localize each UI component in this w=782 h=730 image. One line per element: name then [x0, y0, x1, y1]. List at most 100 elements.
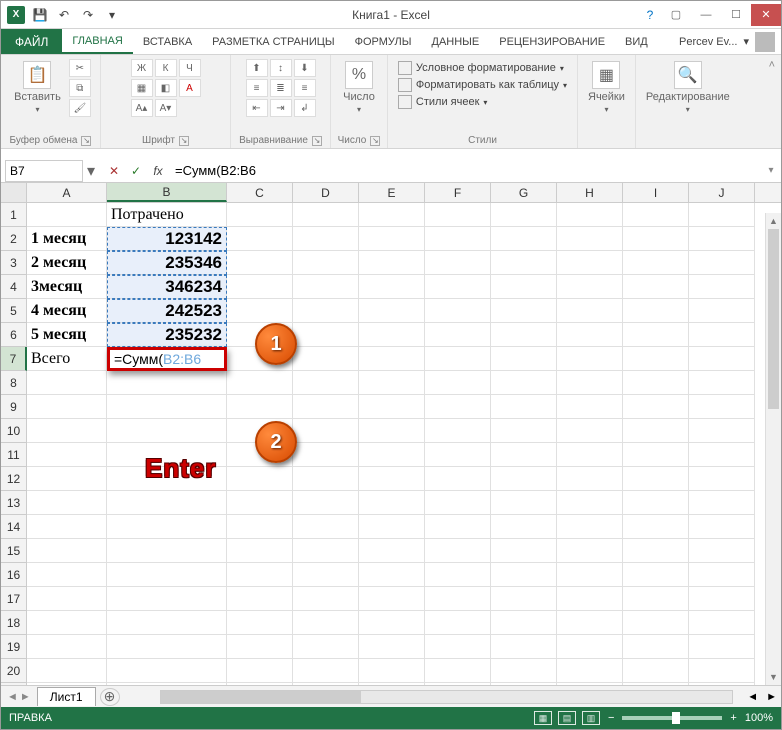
cell-J5[interactable] — [689, 299, 755, 323]
cell-E1[interactable] — [359, 203, 425, 227]
cell-A5[interactable]: 4 месяц — [27, 299, 107, 323]
cell-A8[interactable] — [27, 371, 107, 395]
cell-I12[interactable] — [623, 467, 689, 491]
cell-D19[interactable] — [293, 635, 359, 659]
cell-C9[interactable] — [227, 395, 293, 419]
decrease-indent-button[interactable]: ⇤ — [246, 99, 268, 117]
row-header-3[interactable]: 3 — [1, 251, 27, 275]
zoom-out-button[interactable]: − — [608, 712, 614, 724]
cell-A4[interactable]: 3месяц — [27, 275, 107, 299]
vscroll-thumb[interactable] — [768, 229, 779, 409]
cell-D15[interactable] — [293, 539, 359, 563]
cell-J15[interactable] — [689, 539, 755, 563]
cell-J13[interactable] — [689, 491, 755, 515]
cell-H2[interactable] — [557, 227, 623, 251]
tab-home[interactable]: ГЛАВНАЯ — [62, 29, 132, 54]
sheet-nav-prev[interactable]: ◄ — [7, 691, 18, 703]
cell-J7[interactable] — [689, 347, 755, 371]
zoom-slider[interactable] — [622, 716, 722, 720]
cell-F11[interactable] — [425, 443, 491, 467]
cell-H12[interactable] — [557, 467, 623, 491]
cell-F12[interactable] — [425, 467, 491, 491]
clipboard-launcher[interactable]: ↘ — [81, 136, 91, 146]
cell-C14[interactable] — [227, 515, 293, 539]
tab-page-layout[interactable]: РАЗМЕТКА СТРАНИЦЫ — [202, 29, 344, 54]
cell-G15[interactable] — [491, 539, 557, 563]
cell-D9[interactable] — [293, 395, 359, 419]
select-all-button[interactable] — [1, 183, 27, 202]
cell-A11[interactable] — [27, 443, 107, 467]
sheet-nav-next[interactable]: ► — [20, 691, 31, 703]
cell-J18[interactable] — [689, 611, 755, 635]
cell-I8[interactable] — [623, 371, 689, 395]
cell-A3[interactable]: 2 месяц — [27, 251, 107, 275]
user-name[interactable]: Percev Ev... — [679, 36, 737, 48]
cell-I11[interactable] — [623, 443, 689, 467]
cell-C18[interactable] — [227, 611, 293, 635]
cell-F8[interactable] — [425, 371, 491, 395]
cell-C16[interactable] — [227, 563, 293, 587]
cell-I13[interactable] — [623, 491, 689, 515]
cell-H14[interactable] — [557, 515, 623, 539]
cell-F3[interactable] — [425, 251, 491, 275]
cell-A6[interactable]: 5 месяц — [27, 323, 107, 347]
user-avatar[interactable] — [755, 32, 775, 52]
cell-F17[interactable] — [425, 587, 491, 611]
cell-D7[interactable] — [293, 347, 359, 371]
cell-C20[interactable] — [227, 659, 293, 683]
paste-button[interactable]: 📋 Вставить ▾ — [10, 59, 65, 116]
cell-A16[interactable] — [27, 563, 107, 587]
cell-J16[interactable] — [689, 563, 755, 587]
cell-D12[interactable] — [293, 467, 359, 491]
cell-I20[interactable] — [623, 659, 689, 683]
align-right-button[interactable]: ≡ — [294, 79, 316, 97]
vertical-scrollbar[interactable]: ▲ ▼ — [765, 213, 781, 685]
editing-dropdown-icon[interactable]: ▾ — [686, 105, 690, 114]
fill-color-button[interactable]: ◧ — [155, 79, 177, 97]
excel-icon[interactable]: X — [5, 4, 27, 26]
row-header-7[interactable]: 7 — [1, 347, 27, 371]
cell-H4[interactable] — [557, 275, 623, 299]
enter-formula-button[interactable]: ✓ — [125, 161, 147, 181]
cell-B8[interactable] — [107, 371, 227, 395]
cell-C15[interactable] — [227, 539, 293, 563]
cells-area[interactable]: Потрачено1 месяц1231422 месяц2353463меся… — [27, 203, 781, 707]
cut-button[interactable]: ✂ — [69, 59, 91, 77]
cell-F4[interactable] — [425, 275, 491, 299]
cell-J14[interactable] — [689, 515, 755, 539]
name-box-dropdown[interactable]: ▾ — [83, 161, 99, 181]
cell-I17[interactable] — [623, 587, 689, 611]
cell-I5[interactable] — [623, 299, 689, 323]
cell-C5[interactable] — [227, 299, 293, 323]
cell-E17[interactable] — [359, 587, 425, 611]
horizontal-scrollbar[interactable] — [160, 690, 734, 704]
cell-H18[interactable] — [557, 611, 623, 635]
cell-G8[interactable] — [491, 371, 557, 395]
underline-button[interactable]: Ч — [179, 59, 201, 77]
tab-insert[interactable]: ВСТАВКА — [133, 29, 202, 54]
cell-I19[interactable] — [623, 635, 689, 659]
cell-G10[interactable] — [491, 419, 557, 443]
cell-I16[interactable] — [623, 563, 689, 587]
cell-A13[interactable] — [27, 491, 107, 515]
cell-J8[interactable] — [689, 371, 755, 395]
cell-J19[interactable] — [689, 635, 755, 659]
cell-C12[interactable] — [227, 467, 293, 491]
cell-E14[interactable] — [359, 515, 425, 539]
border-button[interactable]: ▦ — [131, 79, 153, 97]
cell-E9[interactable] — [359, 395, 425, 419]
cell-D11[interactable] — [293, 443, 359, 467]
cell-D2[interactable] — [293, 227, 359, 251]
cell-D10[interactable] — [293, 419, 359, 443]
cell-C13[interactable] — [227, 491, 293, 515]
scroll-up-button[interactable]: ▲ — [766, 213, 781, 229]
maximize-button[interactable]: ☐ — [721, 4, 751, 26]
cell-H9[interactable] — [557, 395, 623, 419]
cell-D13[interactable] — [293, 491, 359, 515]
cell-A9[interactable] — [27, 395, 107, 419]
collapse-ribbon-button[interactable]: ˄ — [763, 55, 781, 148]
cell-B16[interactable] — [107, 563, 227, 587]
cell-J12[interactable] — [689, 467, 755, 491]
cell-E5[interactable] — [359, 299, 425, 323]
cell-F9[interactable] — [425, 395, 491, 419]
